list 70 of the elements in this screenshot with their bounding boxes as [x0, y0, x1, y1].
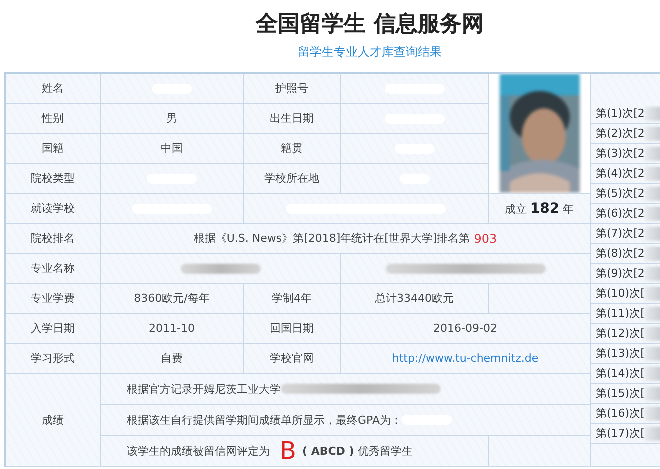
redacted-smudge: [644, 186, 660, 200]
field-value: 2011-10: [149, 322, 195, 335]
record-entry: 第(2)次[2: [596, 126, 645, 141]
record-entry: 第(6)次[2: [596, 206, 645, 221]
redacted-smudge: [644, 306, 660, 320]
redacted-smudge: [644, 286, 660, 300]
field-label: 姓名: [42, 81, 64, 96]
field-value: 总计33440欧元: [375, 291, 454, 306]
field-value: 2016-09-02: [434, 322, 498, 335]
founded-years: 成立 182 年: [504, 200, 574, 216]
redacted-smudge: [644, 366, 660, 380]
field-label: 国籍: [42, 141, 64, 156]
record-entry: 第(15)次[: [596, 386, 645, 401]
redacted-smudge: [644, 406, 660, 420]
record-entry: 第(7)次[2: [596, 226, 645, 241]
field-value: 中国: [161, 141, 183, 156]
field-label: 院校排名: [31, 231, 75, 246]
redacted-smudge: [644, 426, 660, 440]
record-entry: 第(12)次[: [596, 326, 645, 341]
redacted-smudge: [644, 106, 660, 120]
record-entry: 第(9)次[2: [596, 266, 645, 281]
field-label: 就读学校: [31, 201, 75, 216]
field-label: 专业学费: [31, 291, 75, 306]
field-label: 护照号: [276, 81, 308, 96]
field-value: 男: [166, 111, 178, 126]
field-label: 学习形式: [31, 351, 75, 366]
redacted-smudge: [644, 326, 660, 340]
field-value: 自费: [161, 351, 183, 366]
record-entry: 第(10)次[: [596, 286, 645, 301]
field-label: 院校类型: [31, 171, 75, 186]
redacted-smudge: [644, 386, 660, 400]
gpa-text: 根据该生自行提供留学期间成绩单所显示，最终GPA为：: [127, 412, 402, 428]
record-entry: 第(1)次[2: [596, 106, 645, 121]
record-entry: 第(17)次[: [596, 426, 645, 441]
record-entry: 第(13)次[: [596, 346, 645, 361]
record-entry: 第(4)次[2: [596, 166, 645, 181]
redacted-smudge: [644, 346, 660, 360]
record-entry: 第(3)次[2: [596, 146, 645, 161]
website-link[interactable]: http://www.tu-chemnitz.de: [392, 352, 539, 365]
redacted-smudge: [644, 206, 660, 220]
field-label: 入学日期: [31, 321, 75, 336]
record-entry: 第(5)次[2: [596, 186, 645, 201]
redacted-smudge: [644, 246, 660, 260]
redacted-smudge: [644, 126, 660, 140]
ranking-text: 根据《U.S. News》第[2018]年统计在[世界大学]排名第: [194, 231, 470, 246]
field-label: 专业名称: [31, 261, 75, 276]
field-label: 回国日期: [270, 321, 314, 336]
record-entry: 第(11)次[: [596, 306, 645, 321]
page-subtitle: 留学生专业人才库查询结果: [298, 44, 442, 61]
site-title: 全国留学生 信息服务网: [256, 11, 484, 39]
rating-scale: ( ABCD ) 优秀留学生: [302, 444, 413, 458]
ranking-value: 903: [474, 232, 498, 246]
record-entry: 第(16)次[: [596, 406, 645, 421]
redacted-smudge: [644, 146, 660, 160]
redacted-smudge: [644, 266, 660, 280]
redacted-smudge: [644, 226, 660, 240]
rating-text: 该学生的成绩被留信网评定为: [127, 444, 270, 458]
field-value: 学制4年: [272, 291, 312, 306]
field-label: 籍贯: [281, 141, 303, 156]
field-label: 学校所在地: [264, 171, 320, 186]
field-label: 成绩: [42, 412, 64, 428]
field-label: 学校官网: [270, 351, 314, 366]
field-label: 出生日期: [270, 111, 314, 126]
grade-source-text: 根据官方记录开姆尼茨工业大学: [127, 382, 281, 396]
field-value: 8360欧元/每年: [134, 291, 210, 306]
record-entry: 第(14)次[: [596, 366, 645, 381]
record-entry: 第(8)次[2: [596, 246, 645, 261]
grade-letter: B: [280, 439, 296, 463]
redacted-smudge: [644, 166, 660, 180]
field-label: 性别: [42, 111, 64, 126]
